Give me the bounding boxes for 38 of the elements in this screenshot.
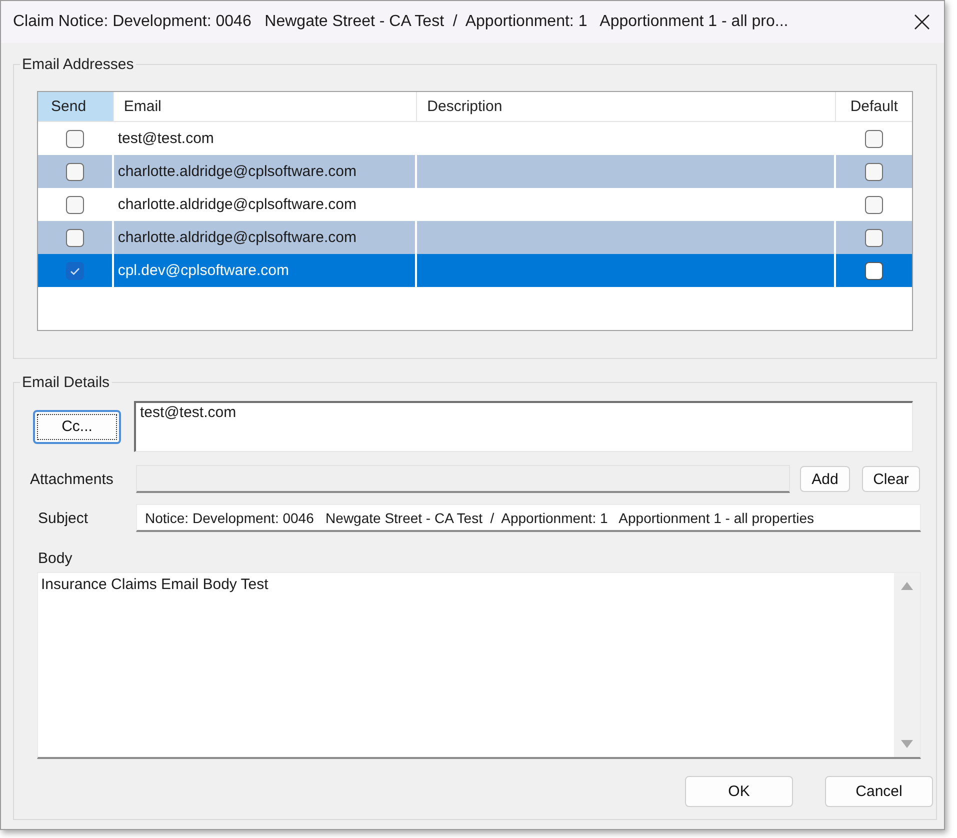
attachments-field[interactable] — [136, 465, 790, 493]
cc-button[interactable]: Cc... — [33, 410, 121, 444]
email-cell: charlotte.aldridge@cplsoftware.com — [118, 163, 356, 180]
close-icon[interactable] — [914, 14, 930, 30]
email-cell: charlotte.aldridge@cplsoftware.com — [118, 196, 356, 213]
dialog-button[interactable]: OK — [685, 776, 793, 807]
checkbox[interactable] — [865, 162, 884, 180]
window-title: Claim Notice: Development: 0046 Newgate Street - CA Test / Apportionment: 1 Apportionment 1 - all pro... — [13, 13, 788, 31]
clear-button[interactable]: Clear — [862, 466, 920, 492]
table-row[interactable]: charlotte.aldridge@cplsoftware.com — [38, 221, 912, 254]
checkbox[interactable] — [865, 228, 884, 246]
cc-field[interactable]: test@test.com — [134, 401, 913, 452]
checkbox[interactable] — [66, 262, 84, 280]
table-row[interactable]: charlotte.aldridge@cplsoftware.com — [38, 155, 912, 188]
dialog-button[interactable]: Cancel — [825, 776, 933, 807]
checkbox[interactable] — [66, 196, 84, 214]
checkbox[interactable] — [66, 162, 84, 180]
subject-field[interactable]: Notice: Development: 0046 Newgate Street - CA Test / Apportionment: 1 Apportionment 1 - all properties — [136, 504, 921, 532]
column-header[interactable]: Description — [417, 92, 836, 121]
checkbox[interactable] — [66, 130, 84, 148]
attachments-label: Attachments — [29, 470, 114, 488]
checkbox[interactable] — [865, 262, 884, 280]
group-title: Email Addresses — [21, 56, 135, 73]
email-cell: charlotte.aldridge@cplsoftware.com — [118, 229, 356, 246]
subject-label: Subject — [37, 510, 90, 526]
table-row[interactable]: cpl.dev@cplsoftware.com — [38, 254, 912, 287]
add-button[interactable]: Add — [800, 466, 850, 492]
column-header[interactable]: Default — [836, 92, 912, 121]
column-header[interactable]: Email — [114, 92, 418, 121]
group-title: Email Details — [21, 374, 111, 391]
email-cell: test@test.com — [118, 130, 214, 147]
body-field[interactable]: Insurance Claims Email Body Test — [37, 572, 921, 759]
checkbox[interactable] — [66, 228, 84, 246]
email-cell: cpl.dev@cplsoftware.com — [118, 262, 289, 279]
checkbox[interactable] — [865, 196, 884, 214]
checkbox[interactable] — [865, 130, 884, 148]
column-header[interactable]: Send — [38, 92, 114, 121]
body-label: Body — [38, 550, 72, 567]
